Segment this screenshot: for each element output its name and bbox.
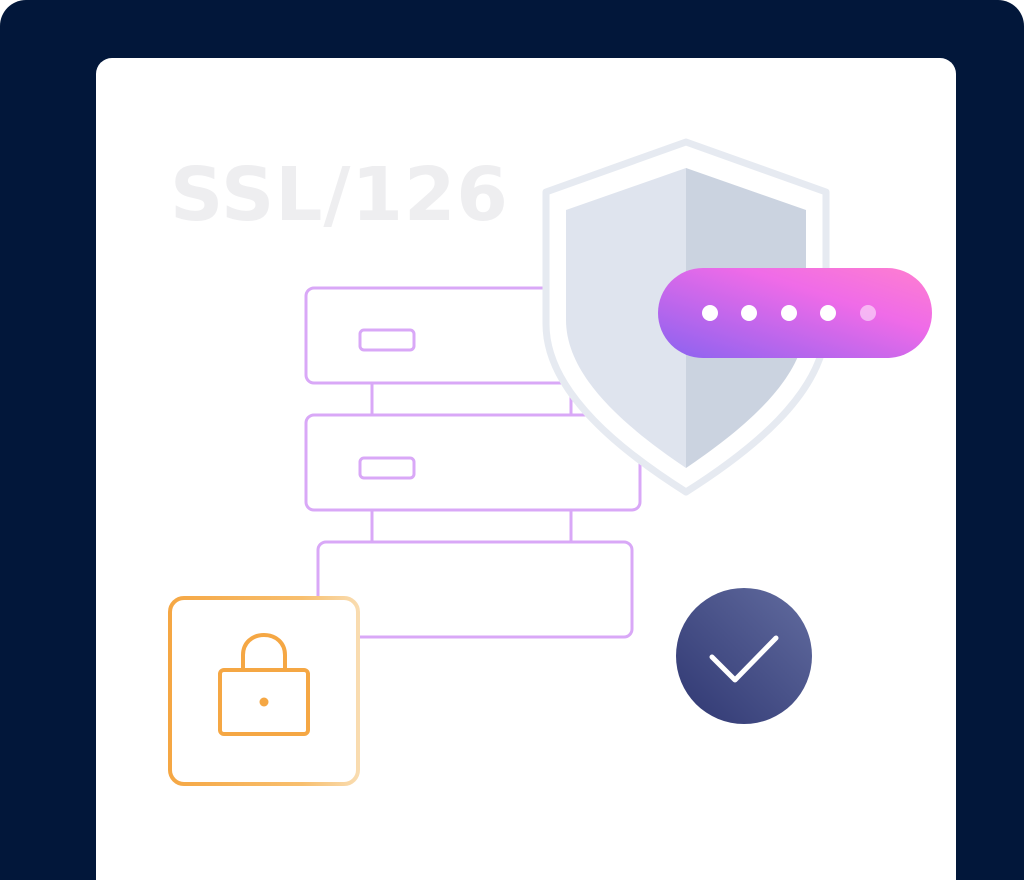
lock-icon — [168, 596, 360, 786]
illustration-art — [168, 138, 932, 786]
illustration-frame: SSL/126 — [0, 0, 1024, 880]
illustration-panel: SSL/126 — [96, 58, 956, 880]
password-field-icon — [658, 268, 932, 358]
checkmark-icon — [676, 588, 812, 724]
